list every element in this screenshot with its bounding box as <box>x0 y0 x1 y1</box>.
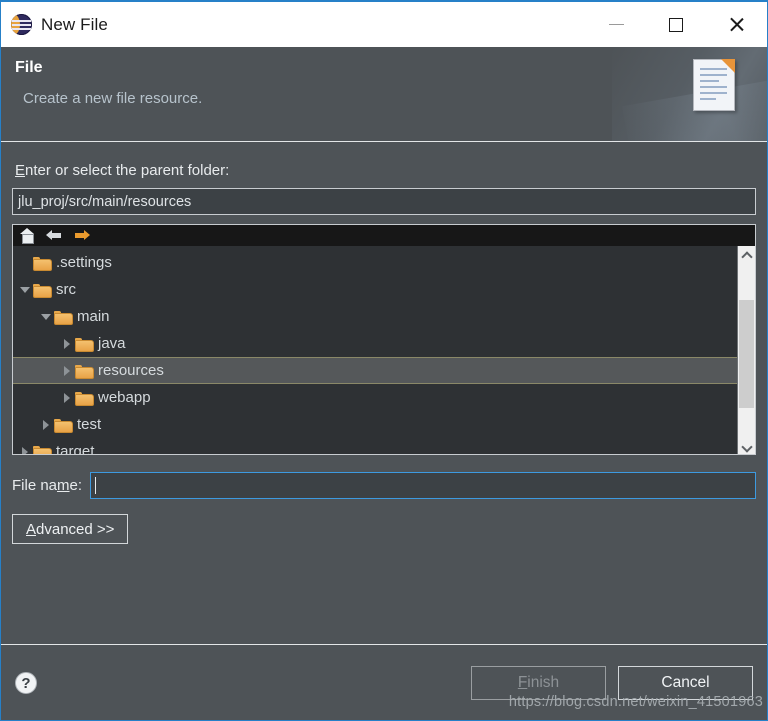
folder-tree-browser: .settings src main java resources webapp test t… <box>12 224 756 455</box>
tree-item-main[interactable]: main <box>13 303 737 330</box>
forward-arrow-icon[interactable] <box>73 229 90 242</box>
finish-button-mnemonic: F <box>517 674 528 691</box>
tree-list: .settings src main java resources webapp test t… <box>13 246 737 454</box>
tree-expand-triangle-icon[interactable] <box>17 444 33 454</box>
parent-folder-input[interactable]: jlu_proj/src/main/resources <box>12 188 756 215</box>
file-name-row: File name: <box>12 472 756 499</box>
home-icon[interactable] <box>19 228 36 244</box>
dialog-body: Enter or select the parent folder: jlu_p… <box>1 162 767 544</box>
tree-expand-triangle-icon[interactable] <box>59 390 75 406</box>
banner-gradient <box>612 47 767 141</box>
back-arrow-icon[interactable] <box>46 229 63 242</box>
file-name-label-pre: File na <box>12 477 58 494</box>
tree-item-target[interactable]: target <box>13 438 737 454</box>
banner-subtitle: Create a new file resource. <box>23 90 203 107</box>
tree-collapse-triangle-icon[interactable] <box>38 309 54 325</box>
tree-collapse-triangle-icon[interactable] <box>17 282 33 298</box>
banner-title: File <box>15 59 43 76</box>
file-name-label: File name: <box>12 477 82 494</box>
tree-item-webapp[interactable]: webapp <box>13 384 737 411</box>
tree-item-label: main <box>77 308 110 325</box>
scrollbar-track[interactable] <box>738 264 755 436</box>
tree-main: .settings src main java resources webapp test t… <box>13 246 755 454</box>
tree-item-label: target <box>56 443 95 454</box>
advanced-button-label: dvanced >> <box>36 520 115 538</box>
tree-item-java[interactable]: java <box>13 330 737 357</box>
title-bar: New File <box>1 2 767 47</box>
tree-vertical-scrollbar[interactable] <box>737 246 755 454</box>
title-bar-left: New File <box>1 14 108 35</box>
file-name-label-mnemonic: m <box>57 477 70 494</box>
tree-expand-triangle-icon[interactable] <box>59 336 75 352</box>
folder-icon <box>33 283 52 298</box>
watermark: https://blog.csdn.net/weixin_41501963 <box>508 694 763 710</box>
text-caret <box>95 477 97 494</box>
folder-icon <box>54 310 73 325</box>
eclipse-logo-icon <box>11 14 32 35</box>
tree-item-label: resources <box>98 362 164 379</box>
minimize-button[interactable] <box>585 2 647 47</box>
chevron-down-icon <box>742 441 751 450</box>
header-separator <box>1 141 767 142</box>
advanced-button[interactable]: Advanced >> <box>12 514 129 544</box>
close-icon <box>728 16 745 33</box>
tree-toolbar <box>13 225 755 246</box>
help-button[interactable]: ? <box>15 672 37 694</box>
tree-expand-triangle-icon[interactable] <box>38 417 54 433</box>
parent-folder-label-rest: nter or select the parent folder: <box>25 162 230 179</box>
tree-item-label: test <box>77 416 102 433</box>
scroll-down-button[interactable] <box>738 436 755 454</box>
tree-item-dot-settings[interactable]: .settings <box>13 249 737 276</box>
folder-icon <box>75 391 94 406</box>
window-controls <box>585 2 767 47</box>
dialog-banner: File Create a new file resource. <box>1 47 767 141</box>
chevron-up-icon <box>742 251 751 260</box>
maximize-icon <box>669 17 683 32</box>
file-name-label-post: e: <box>69 477 83 494</box>
parent-folder-value: jlu_proj/src/main/resources <box>18 193 192 210</box>
scroll-up-button[interactable] <box>738 246 755 264</box>
file-name-input[interactable] <box>90 472 756 499</box>
new-file-document-icon <box>693 59 735 111</box>
tree-expand-triangle-icon[interactable] <box>59 363 75 379</box>
tree-item-src[interactable]: src <box>13 276 737 303</box>
tree-item-label: java <box>98 335 126 352</box>
new-file-dialog: New File File Create a new file resource… <box>0 0 768 721</box>
finish-button-label: inish <box>527 674 560 691</box>
tree-item-resources[interactable]: resources <box>13 357 737 384</box>
folder-icon <box>33 256 52 271</box>
maximize-button[interactable] <box>647 2 705 47</box>
tree-item-label: webapp <box>98 389 151 406</box>
folder-icon <box>33 445 52 454</box>
parent-folder-label-mnemonic: E <box>15 162 26 179</box>
minimize-icon <box>608 24 624 25</box>
scrollbar-thumb[interactable] <box>739 300 754 409</box>
tree-item-test[interactable]: test <box>13 411 737 438</box>
window-title: New File <box>41 14 108 34</box>
tree-item-label: src <box>56 281 76 298</box>
tree-item-label: .settings <box>56 254 112 271</box>
folder-icon <box>75 337 94 352</box>
close-button[interactable] <box>705 2 767 47</box>
advanced-button-mnemonic: A <box>26 520 37 538</box>
folder-icon <box>54 418 73 433</box>
parent-folder-label: Enter or select the parent folder: <box>15 162 756 179</box>
folder-icon <box>75 364 94 379</box>
